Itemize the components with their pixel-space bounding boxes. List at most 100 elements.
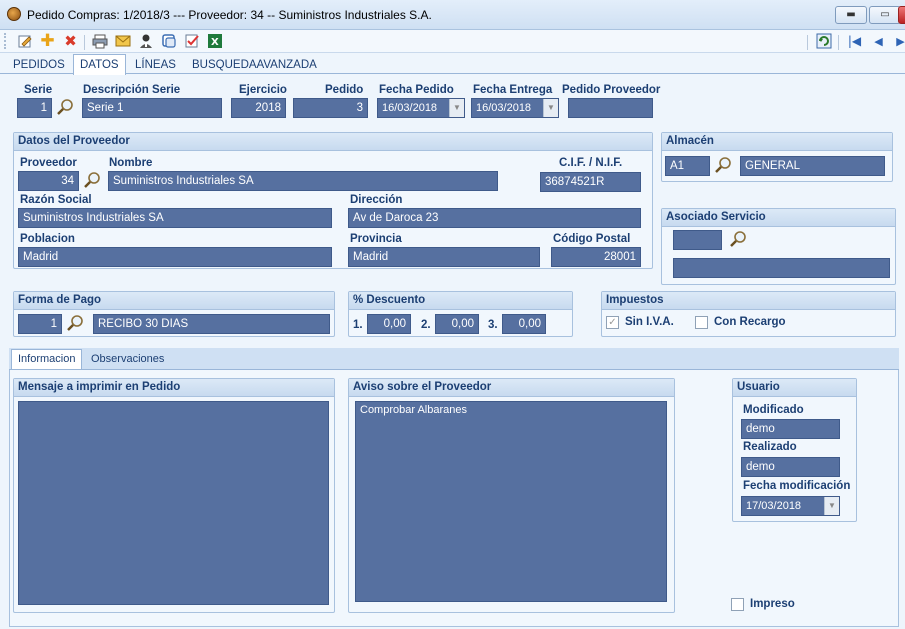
window-title: Pedido Compras: 1/2018/3 --- Proveedor: …	[27, 8, 432, 22]
serie-label: Serie	[24, 84, 53, 96]
impreso-label: Impreso	[750, 598, 795, 610]
fecha-modificacion-value: 17/03/2018	[746, 500, 802, 512]
next-record-icon[interactable]: ▶	[892, 33, 905, 50]
almacen-name-field[interactable]: GENERAL	[740, 156, 885, 176]
edit-icon[interactable]	[16, 33, 33, 50]
forma-pago-title: Forma de Pago	[14, 292, 334, 310]
search-asociado-icon[interactable]	[729, 230, 747, 248]
copy-icon[interactable]	[160, 33, 177, 50]
descripcion-serie-label: Descripción Serie	[83, 84, 181, 96]
contact-icon[interactable]	[137, 33, 154, 50]
almacen-code-field[interactable]: A1	[665, 156, 710, 176]
ejercicio-field[interactable]: 2018	[231, 98, 286, 118]
usuario-title: Usuario	[733, 379, 856, 397]
fecha-pedido-value: 16/03/2018	[382, 102, 438, 114]
con-recargo-checkbox[interactable]	[695, 316, 708, 329]
fecha-pedido-label: Fecha Pedido	[379, 84, 454, 96]
nombre-label: Nombre	[109, 157, 153, 169]
modificado-field[interactable]: demo	[741, 419, 840, 439]
search-serie-icon[interactable]	[56, 98, 74, 116]
fecha-modificacion-label: Fecha modificación	[743, 480, 851, 492]
proveedor-field[interactable]: 34	[18, 171, 79, 191]
chevron-down-icon[interactable]: ▼	[449, 99, 464, 117]
aviso-textarea[interactable]: Comprobar Albaranes	[355, 401, 667, 602]
fecha-pedido-field[interactable]: 16/03/2018 ▼	[377, 98, 465, 118]
refresh-icon[interactable]	[815, 33, 832, 50]
print-icon[interactable]	[91, 33, 108, 50]
direccion-label: Dirección	[350, 194, 403, 206]
proveedor-label: Proveedor	[20, 157, 77, 169]
mensaje-textarea[interactable]	[18, 401, 329, 605]
realizado-field[interactable]: demo	[741, 457, 840, 477]
excel-icon[interactable]: X	[206, 33, 223, 50]
descuento-1-label: 1.	[353, 319, 363, 331]
tab-pedidos[interactable]: PEDIDOS	[7, 55, 71, 75]
provincia-field[interactable]: Madrid	[348, 247, 540, 267]
asociado-servicio-title: Asociado Servicio	[662, 209, 895, 227]
provincia-label: Provincia	[350, 233, 402, 245]
sin-iva-label: Sin I.V.A.	[625, 316, 674, 328]
toolbar-separator	[838, 35, 839, 50]
aviso-title: Aviso sobre el Proveedor	[349, 379, 674, 397]
fecha-modificacion-field[interactable]: 17/03/2018 ▼	[741, 496, 840, 516]
descuento-3-label: 3.	[488, 319, 498, 331]
nombre-field[interactable]: Suministros Industriales SA	[108, 171, 498, 191]
forma-pago-code-field[interactable]: 1	[18, 314, 62, 334]
descuento-2-field[interactable]: 0,00	[435, 314, 479, 334]
impreso-checkbox[interactable]	[731, 598, 744, 611]
fecha-entrega-field[interactable]: 16/03/2018 ▼	[471, 98, 559, 118]
cif-field[interactable]: 36874521R	[540, 172, 641, 192]
chevron-down-icon[interactable]: ▼	[543, 99, 558, 117]
toolbar-grip	[4, 33, 6, 49]
fecha-entrega-value: 16/03/2018	[476, 102, 532, 114]
add-icon[interactable]: ✚	[39, 33, 56, 50]
search-forma-pago-icon[interactable]	[66, 314, 84, 332]
toolbar-separator	[807, 35, 808, 50]
search-proveedor-icon[interactable]	[83, 171, 101, 189]
codigo-postal-label: Código Postal	[553, 233, 631, 245]
codigo-postal-field[interactable]: 28001	[551, 247, 641, 267]
direccion-field[interactable]: Av de Daroca 23	[348, 208, 641, 228]
almacen-title: Almacén	[662, 133, 892, 151]
descripcion-serie-field[interactable]: Serie 1	[82, 98, 222, 118]
impuestos-group: Impuestos	[601, 291, 896, 337]
cif-label: C.I.F. / N.I.F.	[559, 157, 623, 169]
tab-informacion[interactable]: Informacion	[11, 349, 83, 369]
pedido-field[interactable]: 3	[293, 98, 368, 118]
descuento-3-field[interactable]: 0,00	[502, 314, 546, 334]
razon-social-label: Razón Social	[20, 194, 92, 206]
tab-busqueda-avanzada[interactable]: BUSQUEDAAVANZADA	[186, 55, 323, 75]
maximize-button[interactable]: ▭	[869, 6, 901, 24]
descuento-2-label: 2.	[421, 319, 431, 331]
asociado-name-field[interactable]	[673, 258, 890, 278]
email-icon[interactable]	[114, 33, 131, 50]
modificado-label: Modificado	[743, 404, 804, 416]
checklist-icon[interactable]	[183, 33, 200, 50]
poblacion-label: Poblacion	[20, 233, 75, 245]
pedido-proveedor-field[interactable]	[568, 98, 653, 118]
con-recargo-label: Con Recargo	[714, 316, 786, 328]
serie-field[interactable]: 1	[17, 98, 52, 118]
descuento-1-field[interactable]: 0,00	[367, 314, 411, 334]
pedido-label: Pedido	[325, 84, 364, 96]
forma-pago-name-field[interactable]: RECIBO 30 DIAS	[93, 314, 330, 334]
search-almacen-icon[interactable]	[714, 156, 732, 174]
realizado-label: Realizado	[743, 441, 797, 453]
poblacion-field[interactable]: Madrid	[18, 247, 332, 267]
tab-observaciones[interactable]: Observaciones	[85, 350, 170, 370]
sin-iva-checkbox[interactable]: ✓	[606, 316, 619, 329]
tab-datos[interactable]: DATOS	[73, 54, 126, 75]
impuestos-title: Impuestos	[602, 292, 895, 310]
asociado-code-field[interactable]	[673, 230, 722, 250]
ejercicio-label: Ejercicio	[239, 84, 287, 96]
chevron-down-icon[interactable]: ▼	[824, 497, 839, 515]
mensaje-title: Mensaje a imprimir en Pedido	[14, 379, 334, 397]
razon-social-field[interactable]: Suministros Industriales SA	[18, 208, 332, 228]
minimize-button[interactable]: ▬	[835, 6, 867, 24]
delete-icon[interactable]: ✖	[62, 33, 79, 50]
tab-lineas[interactable]: LÍNEAS	[129, 55, 182, 75]
close-button[interactable]	[898, 6, 905, 24]
prev-record-icon[interactable]: ◀	[870, 33, 887, 50]
pedido-proveedor-label: Pedido Proveedor	[562, 84, 661, 96]
first-record-icon[interactable]: |◀	[846, 33, 863, 50]
